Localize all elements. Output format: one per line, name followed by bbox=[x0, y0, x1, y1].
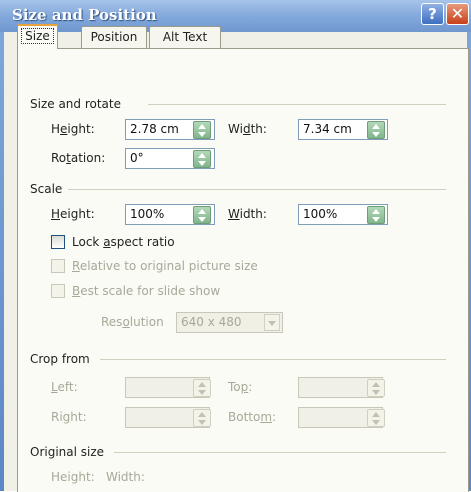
best-scale-checkbox[interactable] bbox=[51, 284, 65, 298]
best-scale-label: Best scale for slide show bbox=[72, 284, 221, 298]
divider bbox=[148, 104, 446, 105]
scale-height-label: Height: bbox=[51, 207, 95, 221]
size-width-spin[interactable] bbox=[367, 121, 385, 139]
dialog-window: Size and Position ? ✕ Size Position Alt … bbox=[0, 0, 471, 492]
divider bbox=[114, 452, 446, 453]
chevron-down-icon[interactable] bbox=[264, 314, 280, 331]
relative-size-label: Relative to original picture size bbox=[72, 259, 258, 273]
dialog-title: Size and Position bbox=[12, 6, 157, 24]
crop-bottom-label: Bottom: bbox=[228, 410, 277, 424]
help-icon: ? bbox=[428, 5, 437, 23]
crop-left-spin[interactable] bbox=[193, 379, 211, 397]
original-width-label: Width: bbox=[106, 470, 145, 484]
divider bbox=[68, 189, 446, 190]
title-bar[interactable]: Size and Position ? ✕ bbox=[0, 0, 471, 32]
crop-right-spin[interactable] bbox=[193, 409, 211, 427]
scale-width-label: Width: bbox=[228, 207, 267, 221]
relative-size-checkbox[interactable] bbox=[51, 259, 65, 273]
tab-alt-text-label: Alt Text bbox=[162, 30, 208, 44]
close-icon: ✕ bbox=[450, 4, 465, 23]
crop-header: Crop from bbox=[30, 352, 90, 366]
rotation-spin[interactable] bbox=[193, 150, 211, 168]
crop-top-spin[interactable] bbox=[367, 379, 385, 397]
tab-position-label: Position bbox=[90, 30, 138, 44]
size-height-label: Height: bbox=[51, 122, 95, 136]
lock-aspect-ratio-checkbox[interactable] bbox=[51, 235, 65, 249]
size-width-value: 7.34 cm bbox=[303, 122, 352, 136]
divider bbox=[100, 359, 446, 360]
rotation-label: Rotation: bbox=[51, 151, 106, 165]
scale-height-spin[interactable] bbox=[193, 206, 211, 224]
size-width-label: Width: bbox=[228, 122, 267, 136]
tab-position[interactable]: Position bbox=[81, 26, 147, 48]
original-height-label: Height: bbox=[51, 470, 95, 484]
tab-alt-text[interactable]: Alt Text bbox=[149, 26, 221, 48]
crop-bottom-spin[interactable] bbox=[367, 409, 385, 427]
rotation-value: 0° bbox=[130, 151, 144, 165]
size-height-value: 2.78 cm bbox=[130, 122, 179, 136]
crop-left-label: Left: bbox=[51, 380, 78, 394]
tab-size-label: Size bbox=[21, 28, 54, 44]
size-rotate-header: Size and rotate bbox=[30, 97, 121, 111]
resolution-value: 640 x 480 bbox=[181, 315, 242, 329]
scale-width-spin[interactable] bbox=[367, 206, 385, 224]
help-button[interactable]: ? bbox=[421, 3, 444, 25]
original-size-header: Original size bbox=[30, 445, 105, 459]
scale-width-value: 100% bbox=[303, 207, 338, 221]
scale-header: Scale bbox=[30, 182, 63, 196]
crop-right-label: Right: bbox=[51, 410, 87, 424]
close-button[interactable]: ✕ bbox=[446, 3, 469, 25]
size-height-spin[interactable] bbox=[193, 121, 211, 139]
lock-aspect-ratio-label: Lock aspect ratio bbox=[72, 235, 175, 249]
crop-top-label: Top: bbox=[228, 380, 253, 394]
resolution-label: Resolution bbox=[101, 315, 164, 329]
tab-size[interactable]: Size bbox=[17, 24, 58, 49]
scale-height-value: 100% bbox=[130, 207, 165, 221]
